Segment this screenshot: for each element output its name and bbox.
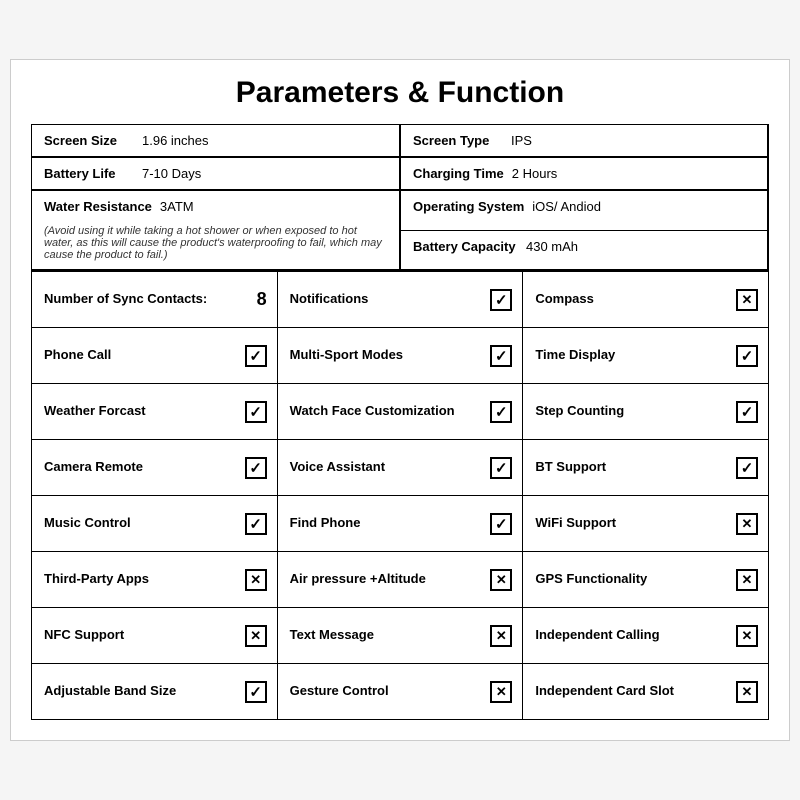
checkbox-checked: [245, 681, 267, 703]
main-container: Parameters & Function Screen Size 1.96 i…: [10, 59, 790, 741]
feature-label: Music Control: [44, 515, 239, 532]
feature-label: Adjustable Band Size: [44, 683, 239, 700]
feature-label: Watch Face Customization: [290, 403, 485, 420]
checkbox-checked: [736, 457, 758, 479]
checkbox-crossed: [736, 681, 758, 703]
feature-label: Number of Sync Contacts:: [44, 291, 247, 308]
feature-label: Air pressure +Altitude: [290, 571, 485, 588]
os-label: Operating System: [413, 199, 524, 214]
battery-capacity-label: Battery Capacity: [413, 239, 518, 254]
os-value: iOS/ Andiod: [532, 199, 601, 214]
feature-value: 8: [257, 289, 267, 310]
checkbox-checked: [490, 513, 512, 535]
feature-cell: Independent Card Slot: [523, 664, 769, 720]
checkbox-crossed: [736, 569, 758, 591]
feature-cell: NFC Support: [32, 608, 278, 664]
feature-cell: Voice Assistant: [278, 440, 524, 496]
water-resistance-cell: Water Resistance 3ATM (Avoid using it wh…: [32, 191, 400, 270]
feature-cell: Watch Face Customization: [278, 384, 524, 440]
feature-cell: Camera Remote: [32, 440, 278, 496]
feature-cell: GPS Functionality: [523, 552, 769, 608]
feature-cell: Step Counting: [523, 384, 769, 440]
battery-life-cell: Battery Life 7-10 Days: [32, 158, 400, 190]
checkbox-crossed: [736, 289, 758, 311]
charging-time-value: 2 Hours: [512, 166, 558, 181]
water-note: (Avoid using it while taking a hot showe…: [44, 225, 387, 261]
battery-life-label: Battery Life: [44, 166, 134, 181]
feature-label: Voice Assistant: [290, 459, 485, 476]
checkbox-crossed: [736, 625, 758, 647]
feature-cell: Time Display: [523, 328, 769, 384]
feature-cell: Independent Calling: [523, 608, 769, 664]
feature-cell: Third-Party Apps: [32, 552, 278, 608]
checkbox-checked: [490, 345, 512, 367]
screen-size-cell: Screen Size 1.96 inches: [32, 125, 400, 157]
feature-cell: Phone Call: [32, 328, 278, 384]
feature-cell: Adjustable Band Size: [32, 664, 278, 720]
charging-time-label: Charging Time: [413, 166, 504, 181]
feature-label: Camera Remote: [44, 459, 239, 476]
screen-size-label: Screen Size: [44, 133, 134, 148]
feature-cell: Weather Forcast: [32, 384, 278, 440]
screen-size-value: 1.96 inches: [142, 133, 209, 148]
feature-label: Step Counting: [535, 403, 730, 420]
checkbox-checked: [490, 457, 512, 479]
screen-type-cell: Screen Type IPS: [400, 125, 768, 157]
feature-label: Gesture Control: [290, 683, 485, 700]
feature-cell: Compass: [523, 272, 769, 328]
feature-label: NFC Support: [44, 627, 239, 644]
feature-label: Time Display: [535, 347, 730, 364]
feature-label: Third-Party Apps: [44, 571, 239, 588]
feature-cell: Air pressure +Altitude: [278, 552, 524, 608]
checkbox-checked: [490, 289, 512, 311]
feature-cell: Music Control: [32, 496, 278, 552]
feature-cell: Multi-Sport Modes: [278, 328, 524, 384]
feature-label: Find Phone: [290, 515, 485, 532]
water-resistance-label: Water Resistance: [44, 199, 152, 214]
checkbox-checked: [736, 345, 758, 367]
checkbox-checked: [245, 457, 267, 479]
feature-label: BT Support: [535, 459, 730, 476]
feature-label: Multi-Sport Modes: [290, 347, 485, 364]
screen-type-value: IPS: [511, 133, 532, 148]
feature-label: WiFi Support: [535, 515, 730, 532]
feature-cell: Number of Sync Contacts: 8: [32, 272, 278, 328]
feature-label: Phone Call: [44, 347, 239, 364]
checkbox-checked: [245, 513, 267, 535]
checkbox-checked: [245, 401, 267, 423]
checkbox-crossed: [490, 569, 512, 591]
page-title: Parameters & Function: [31, 76, 769, 110]
feature-label: Independent Calling: [535, 627, 730, 644]
screen-type-label: Screen Type: [413, 133, 503, 148]
battery-life-value: 7-10 Days: [142, 166, 201, 181]
checkbox-crossed: [245, 625, 267, 647]
feature-cell: Text Message: [278, 608, 524, 664]
feature-label: GPS Functionality: [535, 571, 730, 588]
feature-label: Independent Card Slot: [535, 683, 730, 700]
feature-label: Notifications: [290, 291, 485, 308]
checkbox-checked: [245, 345, 267, 367]
checkbox-crossed: [245, 569, 267, 591]
feature-label: Weather Forcast: [44, 403, 239, 420]
checkbox-crossed: [490, 681, 512, 703]
os-cell: Operating System iOS/ Andiod: [401, 191, 768, 231]
feature-cell: WiFi Support: [523, 496, 769, 552]
water-resistance-value: 3ATM: [160, 199, 194, 214]
checkbox-checked: [736, 401, 758, 423]
battery-capacity-cell: Battery Capacity 430 mAh: [401, 231, 768, 271]
battery-capacity-value: 430 mAh: [526, 239, 578, 254]
feature-cell: Find Phone: [278, 496, 524, 552]
feature-cell: BT Support: [523, 440, 769, 496]
feature-label: Text Message: [290, 627, 485, 644]
checkbox-crossed: [736, 513, 758, 535]
charging-time-cell: Charging Time 2 Hours: [400, 158, 768, 190]
feature-cell: Gesture Control: [278, 664, 524, 720]
checkbox-crossed: [490, 625, 512, 647]
checkbox-checked: [490, 401, 512, 423]
feature-grid: Number of Sync Contacts: 8 Notifications Co…: [31, 271, 769, 720]
feature-label: Compass: [535, 291, 730, 308]
feature-cell: Notifications: [278, 272, 524, 328]
